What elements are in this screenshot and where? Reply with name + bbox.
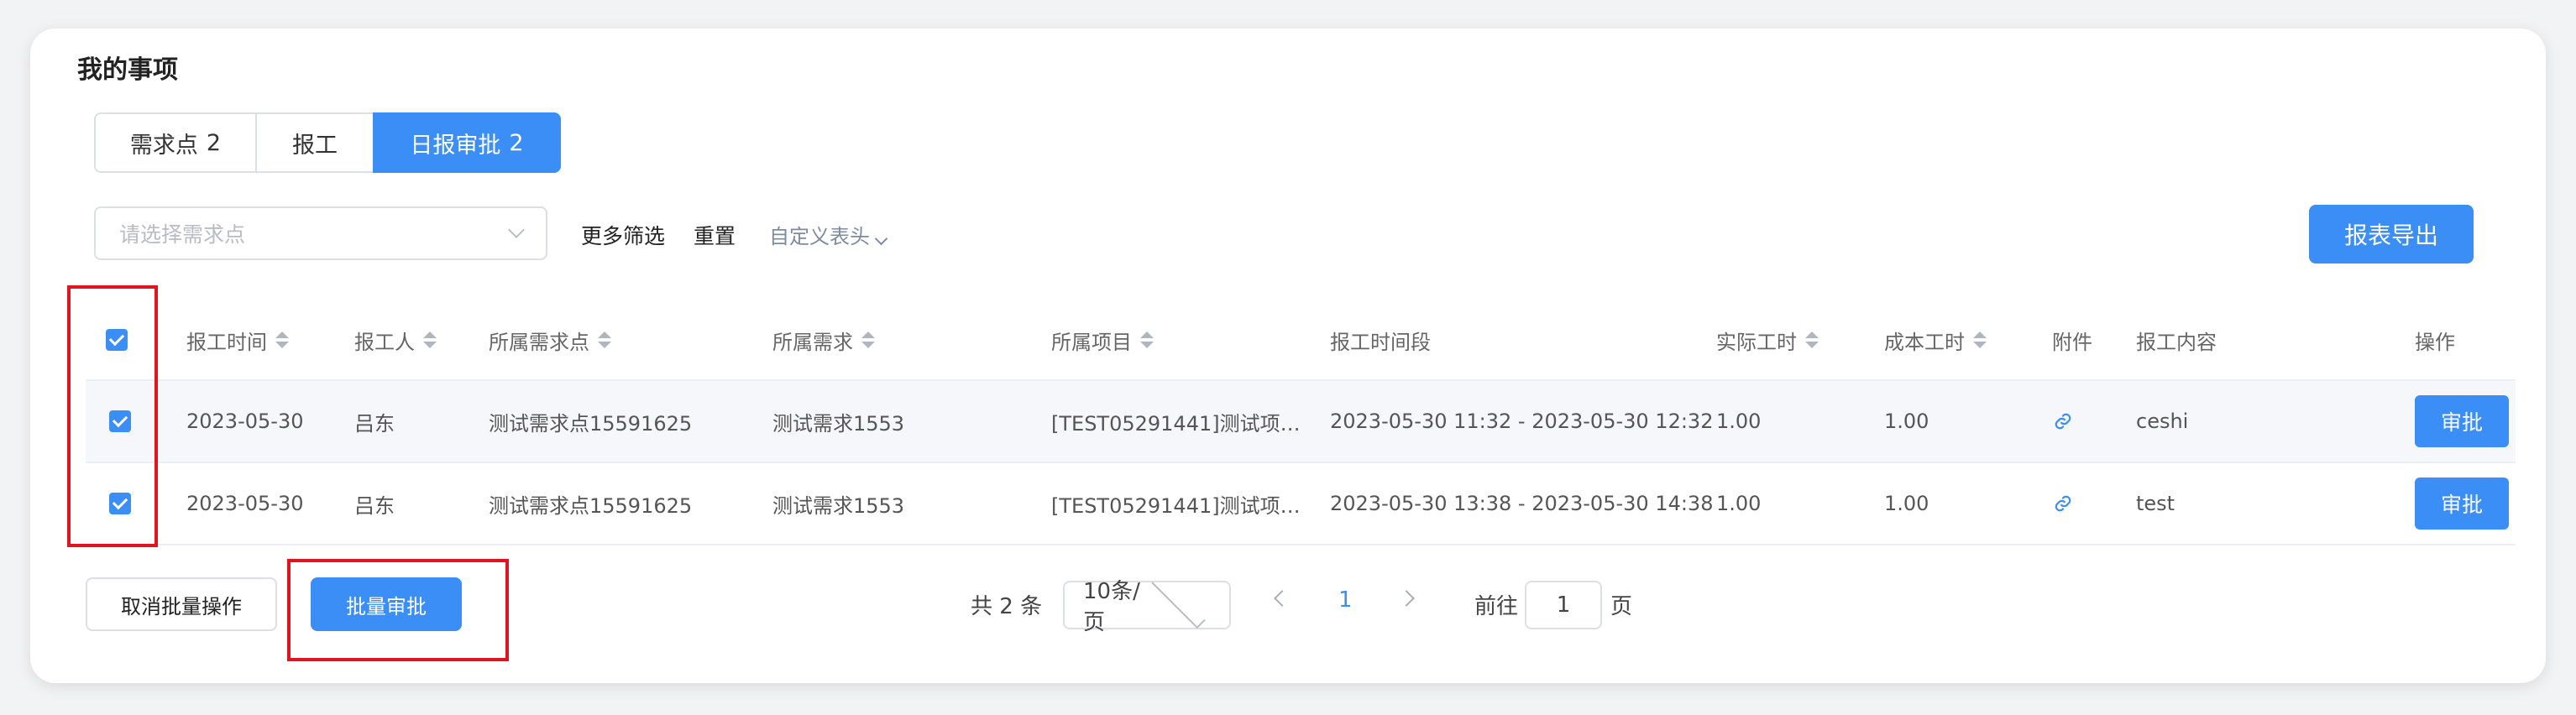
column-header[interactable]: 报工时间 <box>186 300 289 379</box>
tab-daily-approval[interactable]: 日报审批 2 <box>373 112 561 173</box>
pagination-total: 共 2 条 <box>971 593 1043 619</box>
sort-icon[interactable] <box>423 331 437 348</box>
current-page-number[interactable]: 1 <box>1338 587 1353 613</box>
cell-cost-hours: 1.00 <box>1884 492 1929 515</box>
cell-project: [TEST05291441]测试项… <box>1051 493 1301 518</box>
column-label: 实际工时 <box>1716 330 1797 354</box>
approval-table: 报工时间 报工人 所属需求点 所属需求 所属项目 报工时间段 实际工时 成本工时… <box>86 300 2516 545</box>
select-placeholder: 请选择需求点 <box>119 222 246 247</box>
tab-work-report[interactable]: 报工 <box>255 112 374 173</box>
custom-header-dropdown[interactable]: 自定义表头 <box>769 220 888 249</box>
tab-group: 需求点 2 报工 日报审批 2 <box>94 112 561 173</box>
column-header: 报工时间段 <box>1330 300 1431 379</box>
cell-content: ceshi <box>2136 410 2189 433</box>
cell-action: 审批 <box>2415 463 2509 544</box>
column-label: 成本工时 <box>1884 330 1965 354</box>
custom-header-label: 自定义表头 <box>769 225 870 248</box>
column-label: 报工时间段 <box>1330 330 1431 354</box>
cell-person: 吕东 <box>354 493 395 518</box>
approve-button[interactable]: 审批 <box>2415 395 2509 447</box>
more-filters-button[interactable]: 更多筛选 <box>581 220 665 250</box>
cell-attachment <box>2054 381 2072 462</box>
column-header: 报工内容 <box>2136 300 2217 379</box>
chevron-down-icon <box>1151 574 1206 629</box>
column-label: 附件 <box>2052 330 2092 354</box>
cell-cost-hours: 1.00 <box>1884 410 1929 433</box>
page-suffix: 页 <box>1610 593 1633 619</box>
chevron-down-icon <box>508 222 525 238</box>
goto-page-input[interactable] <box>1525 581 1602 629</box>
link-icon[interactable] <box>2054 412 2072 431</box>
row-select-cell <box>109 381 131 462</box>
cell-req: 测试需求1553 <box>772 411 905 436</box>
cell-person: 吕东 <box>354 411 395 436</box>
requirement-point-select[interactable]: 请选择需求点 <box>94 206 547 260</box>
tab-count: 2 <box>509 129 524 156</box>
sort-icon[interactable] <box>598 331 611 348</box>
cell-period: 2023-05-30 11:32 - 2023-05-30 12:32 <box>1330 410 1714 433</box>
column-label: 所属需求点 <box>489 330 589 354</box>
column-label: 所属项目 <box>1051 330 1132 354</box>
tab-count: 2 <box>206 129 222 156</box>
sort-icon[interactable] <box>1973 331 1987 348</box>
select-all-checkbox[interactable] <box>106 329 128 351</box>
chevron-down-icon <box>874 232 888 246</box>
row-checkbox[interactable] <box>109 410 131 432</box>
cell-attachment <box>2054 463 2072 544</box>
column-header[interactable]: 实际工时 <box>1716 300 1819 379</box>
table-row: 2023-05-30 吕东 测试需求点15591625 测试需求1553 [TE… <box>86 381 2516 463</box>
cell-date: 2023-05-30 <box>186 492 304 515</box>
cell-req-point: 测试需求点15591625 <box>489 411 693 436</box>
column-header: 操作 <box>2415 300 2455 379</box>
select-all-cell <box>106 300 128 379</box>
sort-icon[interactable] <box>861 331 875 348</box>
row-select-cell <box>109 463 131 544</box>
export-report-button[interactable]: 报表导出 <box>2309 205 2474 264</box>
page-size-select[interactable]: 10条/页 <box>1063 574 1231 635</box>
goto-label: 前往 <box>1474 593 1519 619</box>
cancel-batch-button[interactable]: 取消批量操作 <box>86 577 277 631</box>
link-icon[interactable] <box>2054 494 2072 513</box>
page-size-value: 10条/页 <box>1083 579 1140 635</box>
column-header[interactable]: 所属项目 <box>1051 300 1154 379</box>
cell-period: 2023-05-30 13:38 - 2023-05-30 14:38 <box>1330 492 1714 515</box>
column-header[interactable]: 报工人 <box>354 300 437 379</box>
row-checkbox[interactable] <box>109 493 131 514</box>
cell-action: 审批 <box>2415 381 2509 462</box>
column-header: 附件 <box>2052 300 2092 379</box>
column-label: 报工时间 <box>186 330 267 354</box>
cell-actual-hours: 1.00 <box>1716 492 1762 515</box>
column-label: 操作 <box>2415 330 2455 354</box>
sort-icon[interactable] <box>275 331 289 348</box>
column-label: 所属需求 <box>772 330 853 354</box>
reset-button[interactable]: 重置 <box>694 220 736 250</box>
cell-date: 2023-05-30 <box>186 410 304 433</box>
tab-label: 报工 <box>292 132 338 159</box>
cell-req: 测试需求1553 <box>772 493 905 518</box>
cell-content: test <box>2136 492 2175 515</box>
tab-label: 需求点 <box>129 132 198 159</box>
batch-approve-button[interactable]: 批量审批 <box>311 577 462 631</box>
column-label: 报工人 <box>354 330 415 354</box>
approve-button[interactable]: 审批 <box>2415 478 2509 530</box>
table-row: 2023-05-30 吕东 测试需求点15591625 测试需求1553 [TE… <box>86 463 2516 545</box>
cell-actual-hours: 1.00 <box>1716 410 1762 433</box>
column-header[interactable]: 成本工时 <box>1884 300 1987 379</box>
column-header[interactable]: 所属需求 <box>772 300 875 379</box>
tab-label: 日报审批 <box>410 132 501 159</box>
table-header-row: 报工时间 报工人 所属需求点 所属需求 所属项目 报工时间段 实际工时 成本工时… <box>86 300 2516 381</box>
sort-icon[interactable] <box>1805 331 1819 348</box>
page-title: 我的事项 <box>77 55 178 85</box>
column-header[interactable]: 所属需求点 <box>489 300 611 379</box>
cell-project: [TEST05291441]测试项… <box>1051 411 1301 436</box>
tab-requirement-points[interactable]: 需求点 2 <box>94 112 257 173</box>
column-label: 报工内容 <box>2136 330 2217 354</box>
cell-req-point: 测试需求点15591625 <box>489 493 693 518</box>
sort-icon[interactable] <box>1140 331 1154 348</box>
